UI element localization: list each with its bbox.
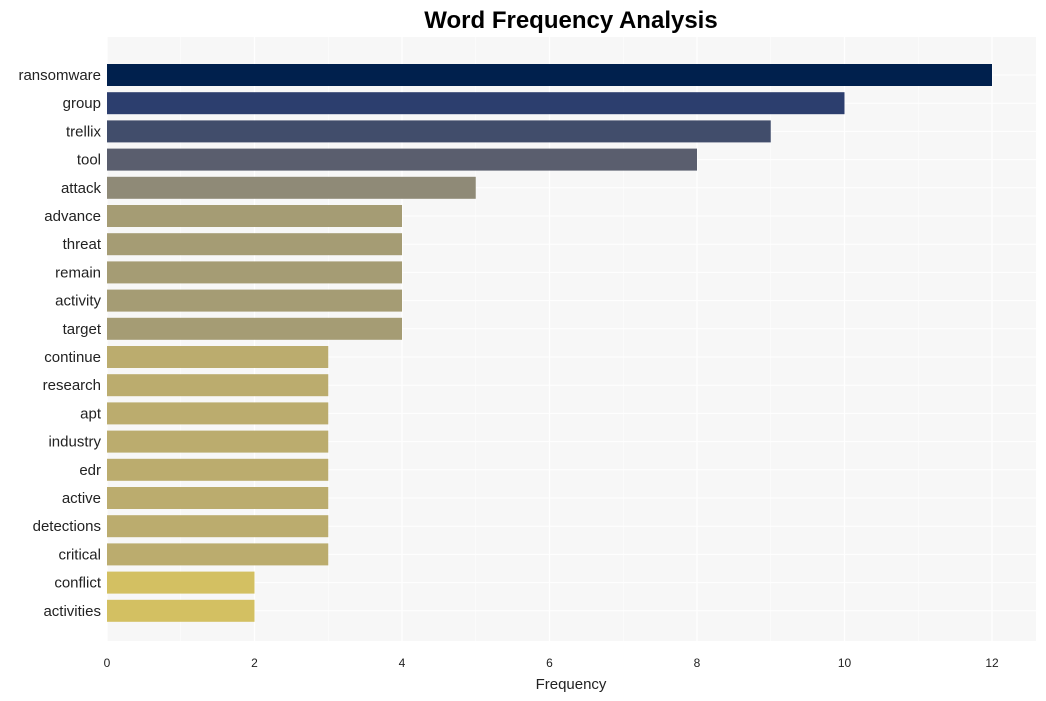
bar-group bbox=[107, 92, 845, 115]
category-label-ransomware: ransomware bbox=[18, 67, 101, 84]
x-tick-label: 10 bbox=[838, 656, 852, 670]
chart-title: Word Frequency Analysis bbox=[424, 7, 717, 34]
bar-threat bbox=[107, 233, 402, 256]
category-label-threat: threat bbox=[63, 236, 102, 253]
bar-activities bbox=[107, 599, 255, 622]
x-tick-labels: 0 2 4 6 8 10 12 bbox=[104, 656, 999, 670]
category-label-apt: apt bbox=[80, 405, 102, 422]
x-tick-label: 0 bbox=[104, 656, 111, 670]
bar-advance bbox=[107, 205, 402, 227]
bar-trellix bbox=[107, 120, 771, 143]
bar-industry bbox=[107, 430, 329, 453]
bar-active bbox=[107, 487, 329, 509]
bar-continue bbox=[107, 346, 329, 368]
category-label-industry: industry bbox=[48, 434, 101, 451]
x-tick-label: 8 bbox=[694, 656, 701, 670]
category-label-edr: edr bbox=[79, 462, 101, 479]
bar-apt bbox=[107, 402, 329, 425]
x-tick-label: 4 bbox=[399, 656, 406, 670]
bar-critical bbox=[107, 543, 329, 566]
bar-target bbox=[107, 317, 402, 340]
bar-activity bbox=[107, 289, 402, 312]
x-axis-label: Frequency bbox=[536, 676, 607, 693]
category-label-continue: continue bbox=[44, 349, 101, 366]
bar-research bbox=[107, 374, 329, 397]
category-label-critical: critical bbox=[58, 546, 101, 563]
category-label-activities: activities bbox=[43, 603, 101, 620]
bar-attack bbox=[107, 176, 476, 199]
x-tick-label: 12 bbox=[985, 656, 999, 670]
bar-ransomware bbox=[107, 64, 992, 86]
category-labels: ransomware group trellix tool attack advance t… bbox=[18, 67, 101, 620]
bar-conflict bbox=[107, 571, 255, 594]
bar-chart: ransomware group trellix tool attack advance t… bbox=[18, 7, 1036, 693]
bar-detections bbox=[107, 515, 329, 538]
category-label-trellix: trellix bbox=[66, 123, 102, 140]
bar-tool bbox=[107, 148, 697, 171]
category-label-research: research bbox=[43, 377, 101, 394]
category-label-detections: detections bbox=[33, 518, 101, 535]
category-label-attack: attack bbox=[61, 180, 102, 197]
category-label-tool: tool bbox=[77, 152, 101, 169]
bar-edr bbox=[107, 458, 329, 481]
category-label-target: target bbox=[63, 321, 102, 338]
x-tick-label: 6 bbox=[546, 656, 553, 670]
category-label-remain: remain bbox=[55, 264, 101, 281]
x-tick-label: 2 bbox=[251, 656, 258, 670]
category-label-activity: activity bbox=[55, 293, 101, 310]
category-label-conflict: conflict bbox=[54, 575, 102, 592]
category-label-group: group bbox=[63, 95, 101, 112]
bar-remain bbox=[107, 261, 402, 284]
category-label-advance: advance bbox=[44, 208, 101, 225]
category-label-active: active bbox=[62, 490, 101, 507]
